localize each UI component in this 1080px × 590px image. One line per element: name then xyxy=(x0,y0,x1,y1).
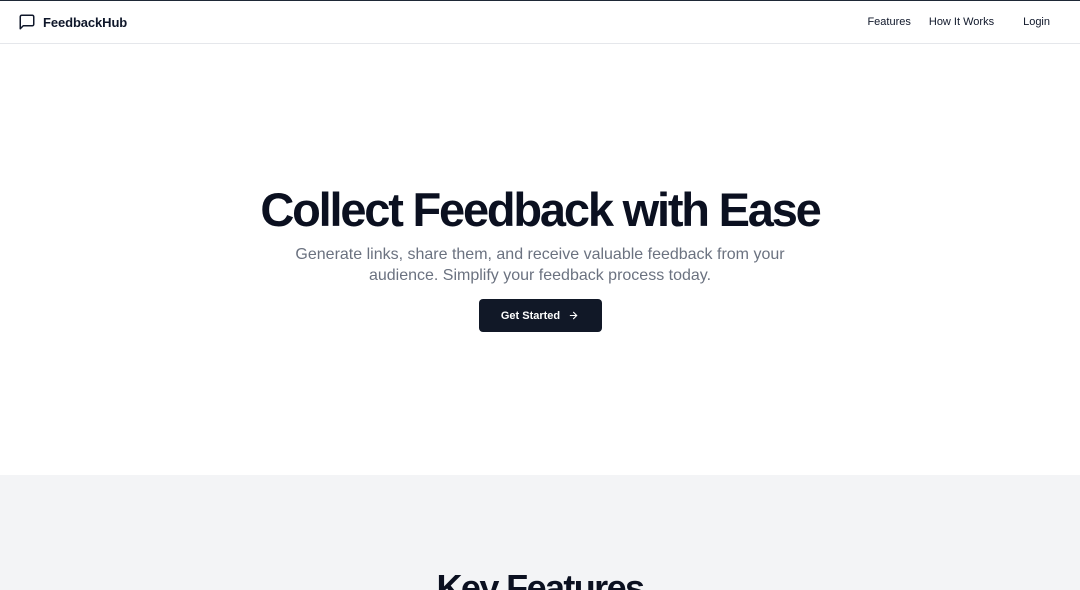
get-started-label: Get Started xyxy=(500,309,561,322)
message-square-icon xyxy=(18,13,36,31)
brand-logo-link[interactable]: FeedbackHub xyxy=(18,13,127,31)
brand-name: FeedbackHub xyxy=(43,14,128,30)
features-section: Key Features xyxy=(0,475,1080,590)
nav-link-login[interactable]: Login xyxy=(1023,16,1050,28)
hero-title: Collect Feedback with Ease xyxy=(260,183,821,236)
main-nav: Features How It Works Login xyxy=(867,16,1050,28)
features-title: Key Features xyxy=(436,567,646,590)
hero-section: Collect Feedback with Ease Generate link… xyxy=(0,44,1080,475)
get-started-button[interactable]: Get Started xyxy=(478,299,602,332)
nav-link-how-it-works[interactable]: How It Works xyxy=(929,16,994,28)
site-header: FeedbackHub Features How It Works Login xyxy=(0,1,1080,44)
hero-subtitle: Generate links, share them, and receive … xyxy=(295,246,785,284)
nav-link-features[interactable]: Features xyxy=(867,16,910,28)
arrow-right-icon xyxy=(568,310,579,321)
